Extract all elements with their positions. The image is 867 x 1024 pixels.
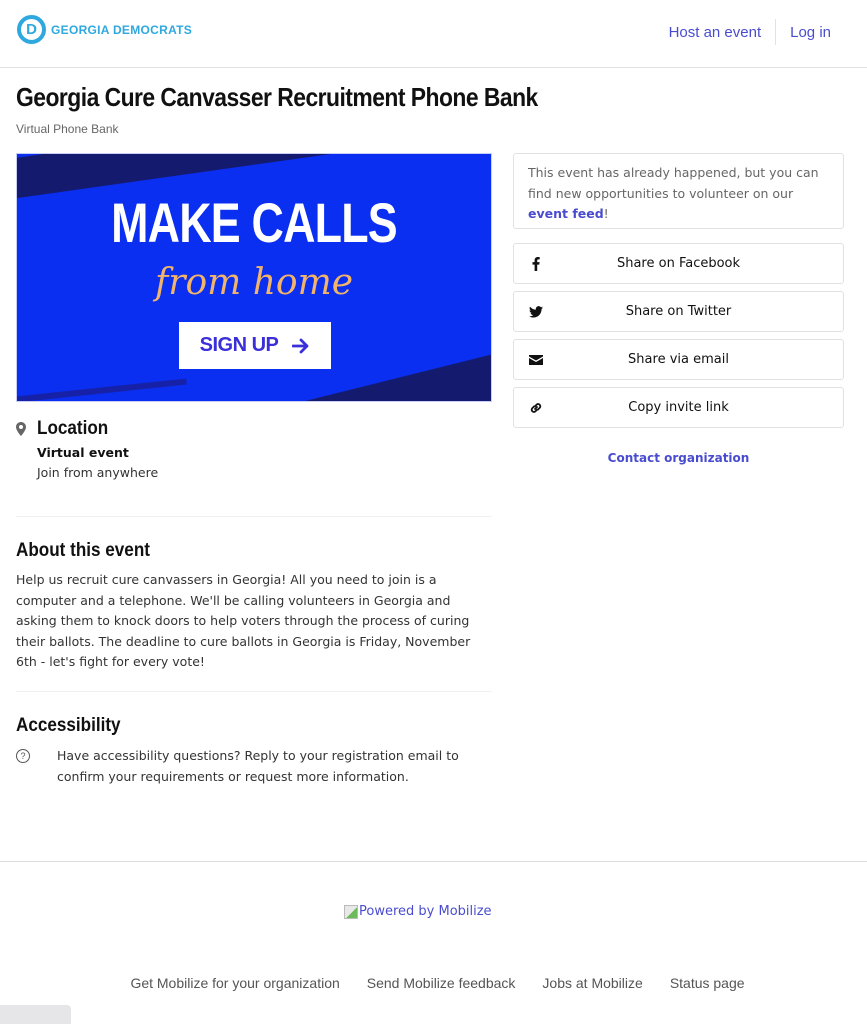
login-link[interactable]: Log in xyxy=(790,24,831,41)
share-facebook-label: Share on Facebook xyxy=(616,256,741,271)
question-circle-icon: ? xyxy=(16,749,30,763)
share-email-label: Share via email xyxy=(628,352,729,367)
location-heading: Location xyxy=(37,418,109,439)
democrats-logo-icon: D xyxy=(17,15,46,44)
section-divider xyxy=(16,516,492,517)
event-type: Virtual Phone Bank xyxy=(16,122,119,136)
powered-by: Powered by Mobilize xyxy=(344,904,492,919)
broken-image-icon xyxy=(344,905,358,919)
location-detail: Join from anywhere xyxy=(37,465,159,480)
accessibility-heading: Accessibility xyxy=(16,715,121,736)
twitter-icon xyxy=(528,304,544,320)
banner-headline: MAKE CALLS xyxy=(111,191,397,254)
event-title: Georgia Cure Canvasser Recruitment Phone… xyxy=(16,82,538,112)
copy-invite-link-label: Copy invite link xyxy=(628,400,729,415)
share-twitter-button[interactable]: Share on Twitter xyxy=(513,291,844,332)
event-banner-image: MAKE CALLS from home SIGN UP xyxy=(16,153,492,402)
event-feed-link[interactable]: event feed xyxy=(528,206,604,221)
envelope-icon xyxy=(528,352,544,368)
site-header: D GEORGIA DEMOCRATS Host an event Log in xyxy=(0,0,867,68)
facebook-icon xyxy=(528,256,544,272)
contact-organization-link[interactable]: Contact organization xyxy=(513,451,844,465)
top-nav: Host an event Log in xyxy=(669,19,831,45)
link-icon xyxy=(528,400,544,416)
banner-signup-label: SIGN UP xyxy=(199,334,279,356)
share-twitter-label: Share on Twitter xyxy=(625,304,732,319)
powered-by-mobilize-link[interactable]: Powered by Mobilize xyxy=(359,904,492,919)
footer-divider xyxy=(0,861,867,862)
footer-link-status[interactable]: Status page xyxy=(670,975,745,991)
share-facebook-button[interactable]: Share on Facebook xyxy=(513,243,844,284)
nav-divider xyxy=(775,19,777,45)
copy-invite-link-button[interactable]: Copy invite link xyxy=(513,387,844,428)
notice-text-end: ! xyxy=(603,206,609,221)
share-email-button[interactable]: Share via email xyxy=(513,339,844,380)
banner-signup-graphic: SIGN UP xyxy=(179,322,331,369)
accessibility-text: Have accessibility questions? Reply to y… xyxy=(57,748,459,784)
about-heading: About this event xyxy=(16,540,150,561)
about-description: Help us recruit cure canvassers in Georg… xyxy=(16,572,471,669)
corner-widget xyxy=(0,1005,71,1024)
arrow-right-icon xyxy=(292,338,309,353)
past-event-notice: This event has already happened, but you… xyxy=(513,153,844,229)
logo-letter: D xyxy=(26,21,37,38)
footer-link-get-mobilize[interactable]: Get Mobilize for your organization xyxy=(130,975,339,991)
banner-script-text: from home xyxy=(154,262,354,303)
footer-links: Get Mobilize for your organization Send … xyxy=(0,975,867,991)
host-event-link[interactable]: Host an event xyxy=(669,24,762,41)
org-logo[interactable]: D GEORGIA DEMOCRATS xyxy=(17,15,192,44)
footer-link-feedback[interactable]: Send Mobilize feedback xyxy=(367,975,516,991)
section-divider xyxy=(16,691,492,692)
location-name: Virtual event xyxy=(37,445,129,460)
footer-link-jobs[interactable]: Jobs at Mobilize xyxy=(542,975,642,991)
map-pin-icon xyxy=(16,422,26,436)
banner-brush-stroke xyxy=(17,378,187,401)
notice-text: This event has already happened, but you… xyxy=(528,165,819,201)
logo-text: GEORGIA DEMOCRATS xyxy=(51,22,193,37)
